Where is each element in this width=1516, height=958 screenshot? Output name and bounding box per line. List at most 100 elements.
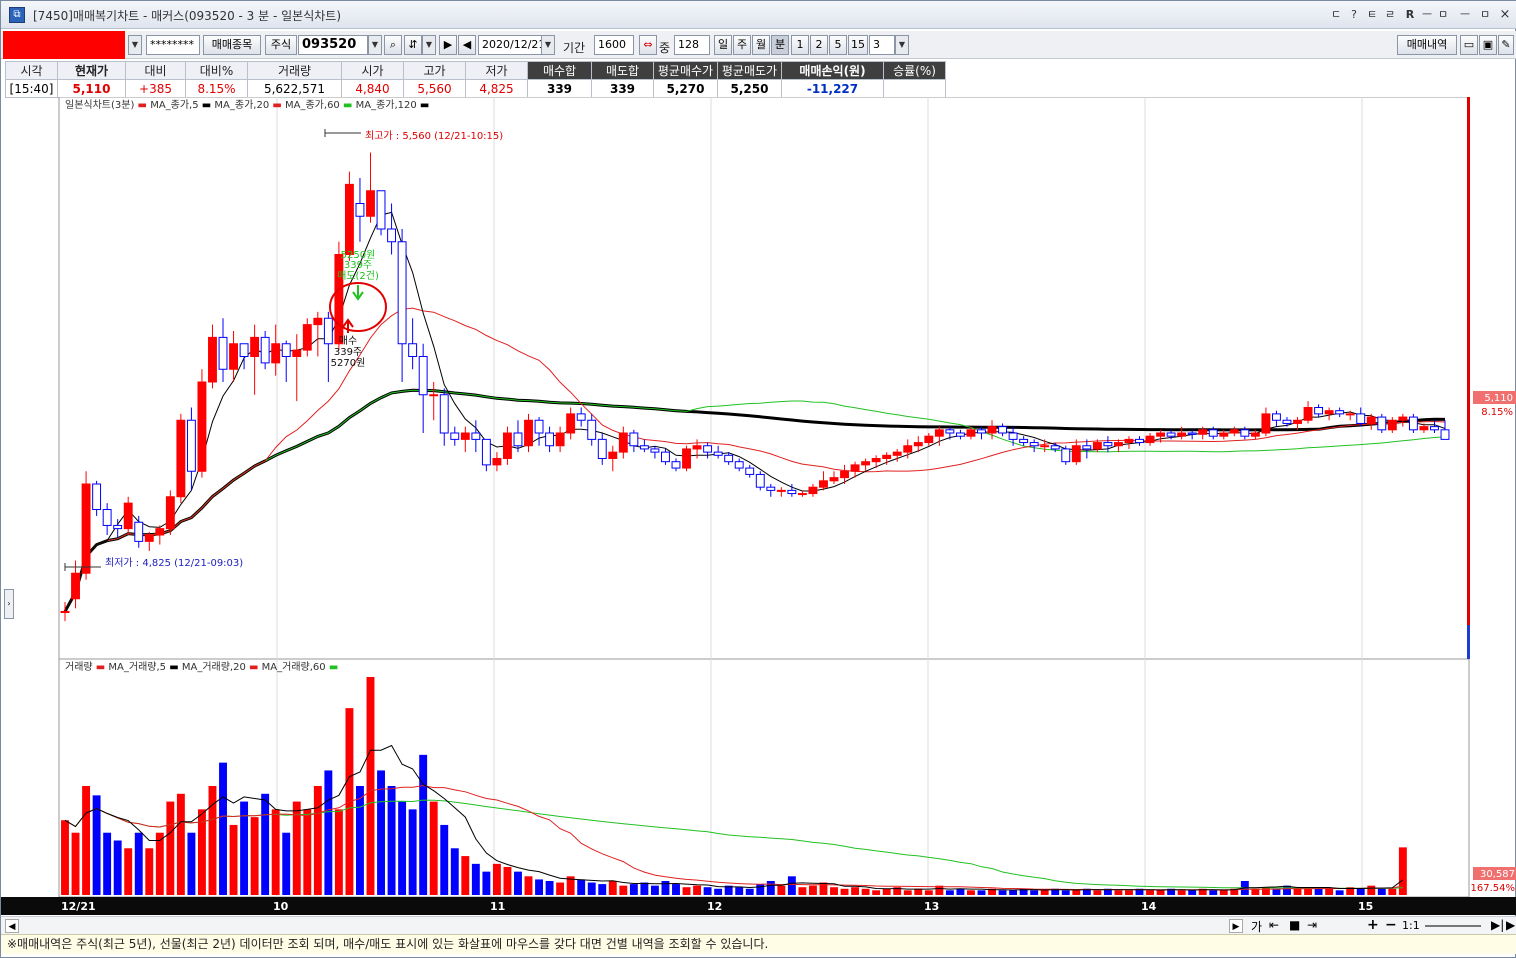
minute-dropdown-arrow[interactable]: ▼ — [895, 35, 909, 55]
candle-body-77 — [871, 458, 881, 463]
zoom-slider[interactable] — [1425, 925, 1481, 927]
market-type-button[interactable]: 주식 — [265, 35, 297, 55]
sub-restore-icon[interactable]: ㅁ — [1437, 7, 1449, 23]
rewind-icon[interactable]: ⇤ — [1269, 918, 1279, 932]
zoom-out-icon[interactable]: − — [1385, 917, 1397, 933]
volume-bar-34 — [419, 754, 428, 895]
code-dropdown-arrow[interactable]: ▼ — [368, 35, 382, 55]
password-field[interactable]: ******** — [146, 35, 200, 55]
x-axis-bar: 12/21 10 11 12 13 14 15 — [1, 897, 1516, 915]
link-icon[interactable]: ㅌ — [1365, 7, 1379, 23]
play-back-icon[interactable]: ◀ — [458, 35, 476, 55]
candle-body-57 — [661, 451, 670, 463]
trade-history-button[interactable]: 매매내역 — [1397, 35, 1457, 55]
search-icon[interactable]: ⌕ — [384, 35, 402, 55]
hdr-current-price: 현재가 — [57, 61, 126, 80]
candle-body-79 — [892, 451, 902, 456]
tf-week-button[interactable]: 주 — [733, 35, 751, 55]
tf-minute-button[interactable]: 분 — [771, 35, 789, 55]
candle-body-41 — [492, 458, 502, 466]
tf-2-button[interactable]: 2 — [810, 35, 828, 55]
volume-bar-6 — [124, 848, 133, 895]
side-expand-tab[interactable]: › — [4, 589, 14, 619]
settings-icon[interactable]: ✎ — [1498, 35, 1514, 55]
refresh-icon[interactable]: R — [1403, 7, 1417, 23]
candle-body-71 — [808, 486, 818, 495]
tf-day-button[interactable]: 일 — [714, 35, 732, 55]
candle-body-9 — [155, 528, 165, 536]
volume-panel-frame — [58, 658, 1470, 898]
trade-stock-button[interactable]: 매매종목 — [203, 35, 261, 55]
sell-qty-label: 339주 — [344, 260, 372, 271]
tf-1-button[interactable]: 1 — [791, 35, 809, 55]
x-label-14: 14 — [1141, 900, 1157, 913]
volume-bar-86 — [967, 890, 975, 895]
scroll-end-icon[interactable]: ▶| — [1491, 918, 1504, 932]
save-icon[interactable]: ▣ — [1479, 35, 1497, 55]
scroll-left-icon[interactable]: ◀ — [5, 919, 19, 933]
sort-dropdown-arrow[interactable]: ▼ — [422, 35, 436, 55]
volume-bar-35 — [429, 801, 438, 895]
date-input[interactable]: 2020/12/21 — [478, 35, 542, 55]
help-icon[interactable]: ? — [1347, 7, 1361, 23]
volume-bar-4 — [103, 832, 112, 895]
pin-icon[interactable]: ㄷ — [1329, 7, 1343, 23]
candle-body-21 — [281, 343, 291, 357]
play-forward-icon[interactable]: ▶ — [439, 35, 457, 55]
date-dropdown-arrow[interactable]: ▼ — [541, 35, 555, 55]
volume-bar-87 — [977, 890, 986, 895]
candle-body-64 — [734, 461, 744, 469]
volume-bar-68 — [777, 885, 786, 895]
candle-body-30 — [376, 190, 386, 230]
tf-month-button[interactable]: 월 — [752, 35, 770, 55]
stop-icon[interactable]: ■ — [1289, 918, 1300, 932]
folder-icon[interactable]: ▭ — [1460, 35, 1478, 55]
minimize-icon[interactable]: ㅡ — [1457, 7, 1473, 23]
minute-input[interactable]: 3 — [869, 35, 895, 55]
scroll-right-icon[interactable]: ▶ — [1229, 919, 1243, 933]
quote-table: 시각 현재가 대비 대비% 거래량 시가 고가 저가 매수합 매도합 평균매수가… — [5, 61, 946, 98]
hdr-change-pct: 대비% — [185, 61, 248, 80]
maximize-icon[interactable]: ㅁ — [1477, 7, 1493, 23]
candle-body-72 — [819, 480, 828, 488]
account-field-redacted[interactable] — [3, 31, 125, 59]
zoom-reset-button[interactable]: 1:1 — [1402, 919, 1420, 932]
count-input[interactable]: 128 — [674, 35, 710, 55]
volume-bar-121 — [1335, 890, 1344, 895]
current-price-tag-label: 5,110 — [1484, 393, 1513, 404]
chart-scrollbar[interactable]: ◀ ▶ 가 ⇤ ■ ⇥ + − 1:1 ▶| ▶ — [1, 916, 1516, 934]
low-annotation: 최저가 : 4,825 (12/21-09:03) — [105, 557, 243, 569]
sort-icon[interactable]: ⇵ — [404, 35, 422, 55]
candle-body-62 — [713, 451, 723, 456]
screen-icon[interactable]: ㄹ — [1383, 7, 1397, 23]
val-volume: 5,622,571 — [247, 79, 342, 98]
candle-body-15 — [218, 336, 228, 370]
chart-area[interactable]: 일본식차트(3분) ▬ MA_종가,5 ▬ MA_종가,20 ▬ MA_종가,6… — [1, 96, 1516, 915]
x-label-day: 12/21 — [61, 900, 96, 913]
candle-body-18 — [250, 336, 260, 357]
x-label-13: 13 — [924, 900, 940, 913]
stock-code-input[interactable]: 093520 — [298, 35, 368, 55]
volume-bar-10 — [166, 801, 175, 895]
volume-bar-90 — [1009, 890, 1018, 895]
chart-svg[interactable]: 일본식차트(3분) ▬ MA_종가,5 ▬ MA_종가,20 ▬ MA_종가,6… — [1, 96, 1516, 915]
tf-5-button[interactable]: 5 — [829, 35, 847, 55]
forward-icon[interactable]: ⇥ — [1307, 918, 1317, 932]
candle-body-102 — [1135, 438, 1144, 444]
volume-bar-71 — [808, 885, 817, 895]
sub-minimize-icon[interactable]: ㅡ — [1421, 7, 1433, 23]
account-dropdown-arrow[interactable]: ▼ — [128, 35, 142, 55]
volume-bar-29 — [366, 677, 375, 895]
chart-window: ⧉ [7450]매매복기차트 - 매커스(093520 - 3 분 - 일본식차… — [0, 0, 1516, 958]
close-icon[interactable]: × — [1497, 7, 1513, 23]
tf-15-button[interactable]: 15 — [848, 35, 868, 55]
volume-bar-125 — [1377, 888, 1386, 895]
current-volume-tag-label: 30,587 — [1480, 869, 1515, 880]
period-input[interactable]: 1600 — [594, 35, 634, 55]
zoom-in-icon[interactable]: + — [1367, 917, 1379, 933]
scroll-last-icon[interactable]: ▶ — [1506, 918, 1515, 932]
font-icon[interactable]: 가 — [1251, 918, 1262, 935]
volume-bar-57 — [661, 880, 670, 895]
compare-icon[interactable]: ⇔ — [639, 35, 657, 55]
candle-body-73 — [829, 477, 839, 482]
